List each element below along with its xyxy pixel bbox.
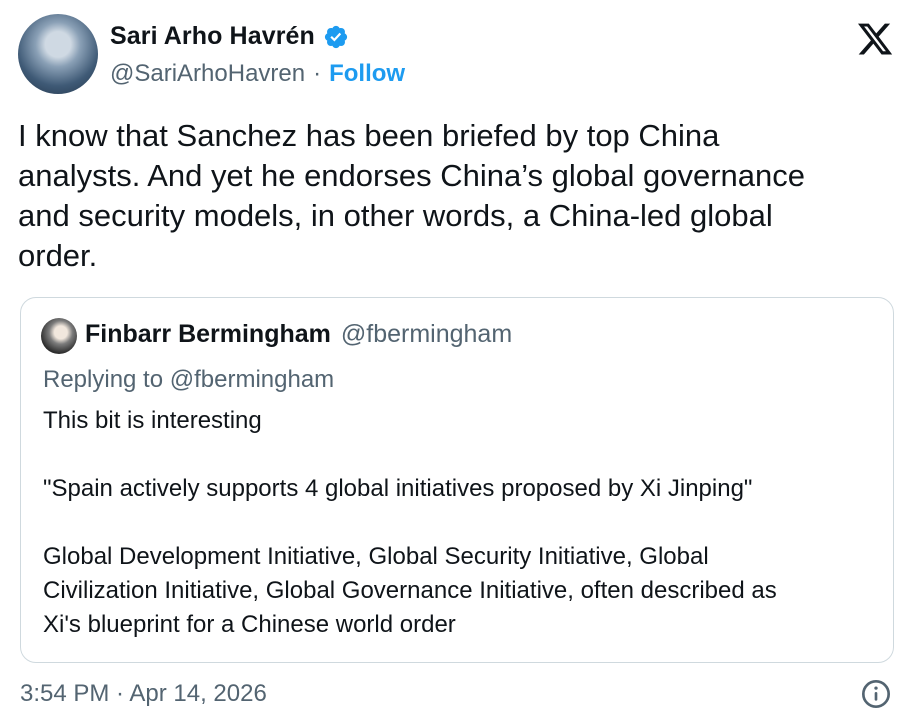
quoted-replying-to: Replying to @fbermingham xyxy=(43,366,335,393)
quoted-author-avatar[interactable] xyxy=(41,318,77,354)
tweet-timestamp[interactable]: 3:54 PM · Apr 14, 2026 xyxy=(20,680,267,708)
info-icon[interactable] xyxy=(860,678,892,710)
quoted-tweet-text: This bit is interesting "Spain actively … xyxy=(43,407,777,638)
separator-dot: · xyxy=(313,60,322,87)
author-name[interactable]: Sari Arho Havrén xyxy=(110,22,315,51)
quoted-author-handle[interactable]: @fbermingham xyxy=(341,320,512,349)
quoted-tweet[interactable]: Finbarr Bermingham @fbermingham Replying… xyxy=(20,297,894,663)
follow-button[interactable]: Follow xyxy=(329,60,405,88)
quoted-author-row: Finbarr Bermingham @fbermingham xyxy=(85,320,512,349)
tweet-text: I know that Sanchez has been briefed by … xyxy=(18,118,806,273)
x-logo-icon[interactable] xyxy=(856,20,894,58)
tweet-card: Sari Arho Havrén @SariArhoHavren · Follo… xyxy=(0,0,914,726)
quoted-author-name[interactable]: Finbarr Bermingham xyxy=(85,320,331,349)
author-avatar[interactable] xyxy=(18,14,98,94)
author-handle[interactable]: @SariArhoHavren xyxy=(110,60,305,88)
author-handle-row: @SariArhoHavren · Follow xyxy=(110,60,405,88)
verified-badge-icon xyxy=(324,25,348,48)
author-name-row: Sari Arho Havrén xyxy=(110,22,349,51)
